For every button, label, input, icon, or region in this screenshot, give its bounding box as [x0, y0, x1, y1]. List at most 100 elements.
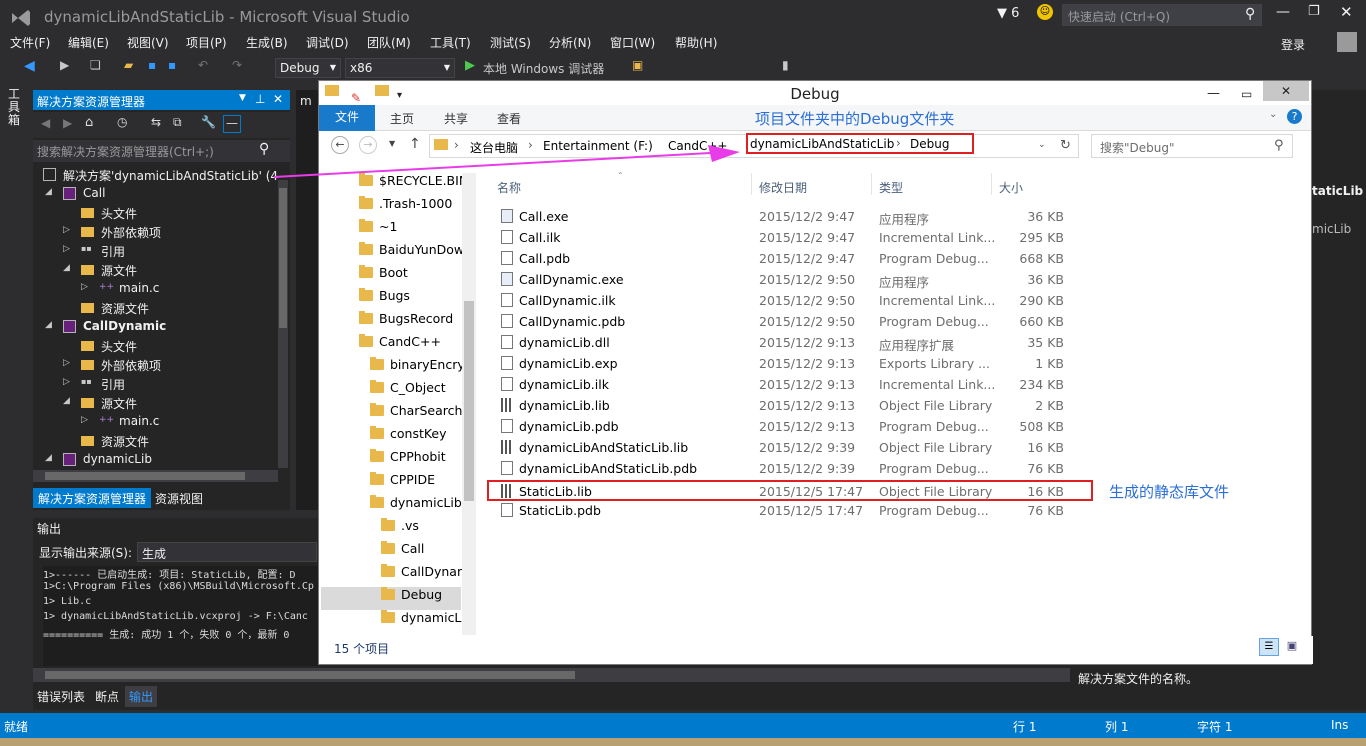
nav-tree-item[interactable]: ~1	[359, 219, 477, 242]
menu-team[interactable]: 团队(M)	[367, 34, 411, 51]
new-project-icon[interactable]: ❏	[90, 58, 101, 78]
scrollbar-thumb[interactable]	[45, 472, 245, 480]
scrollbar-thumb[interactable]	[45, 671, 575, 679]
tab-output[interactable]: 输出	[125, 686, 158, 707]
tree-item[interactable]: ◢ 源文件	[33, 261, 278, 280]
bookmark-icon[interactable]: ▮	[782, 58, 789, 78]
home-icon[interactable]: ⌂	[85, 115, 93, 130]
explorer-search[interactable]: 搜索"Debug" ⚲	[1091, 134, 1293, 158]
open-icon[interactable]: ▰	[124, 58, 133, 78]
large-icons-view-icon[interactable]: ▣	[1283, 638, 1301, 656]
tab-home[interactable]: 主页	[390, 110, 414, 127]
tree-item[interactable]: ◢ CallDynamic	[33, 318, 278, 337]
file-row[interactable]: StaticLib.lib 2015/12/5 17:47 Object File …	[487, 480, 1093, 501]
minimize-button[interactable]: —	[1276, 4, 1290, 20]
menu-edit[interactable]: 编辑(E)	[68, 34, 109, 51]
file-row[interactable]: CallDynamic.pdb 2015/12/2 9:50 Program Deb…	[489, 312, 1069, 333]
expanded-arrow-icon[interactable]: ◢	[45, 453, 52, 463]
help-icon[interactable]: ?	[1287, 109, 1302, 124]
save-icon[interactable]: ▪	[148, 58, 156, 78]
expanded-arrow-icon[interactable]: ◢	[45, 320, 52, 330]
nav-tree-item[interactable]: CandC++	[359, 334, 477, 357]
solution-search-input[interactable]: 搜索解决方案资源管理器(Ctrl+;)	[37, 143, 214, 160]
menu-window[interactable]: 窗口(W)	[610, 34, 655, 51]
nav-tree-item[interactable]: constKey	[370, 426, 477, 449]
tree-item[interactable]: ▷ 外部依赖项	[33, 356, 278, 375]
restore-button[interactable]: ❐	[1308, 4, 1320, 19]
undo-icon[interactable]: ↶	[198, 58, 208, 78]
close-button[interactable]: ✕	[1263, 81, 1309, 101]
forward-icon[interactable]: ▶	[60, 58, 69, 78]
nav-tree-item[interactable]: C_Object	[370, 380, 477, 403]
minimize-button[interactable]: —	[1207, 81, 1220, 107]
output-hscrollbar[interactable]	[33, 668, 1070, 682]
tab-share[interactable]: 共享	[444, 110, 468, 127]
tree-item[interactable]: 头文件	[33, 204, 278, 223]
column-date[interactable]: 修改日期	[759, 179, 807, 196]
tab-resource-view[interactable]: 资源视图	[155, 490, 203, 507]
file-row[interactable]: CallDynamic.exe 2015/12/2 9:50 应用程序 36 KB	[489, 270, 1069, 291]
file-row[interactable]: dynamicLib.exp 2015/12/2 9:13 Exports Libr…	[489, 354, 1069, 375]
file-row[interactable]: dynamicLib.pdb 2015/12/2 9:13 Program Debu…	[489, 417, 1069, 438]
file-row[interactable]: StaticLib.pdb 2015/12/5 17:47 Program Debu…	[489, 501, 1069, 522]
search-icon[interactable]: ⚲	[1245, 6, 1255, 22]
forward-icon[interactable]: ▶	[63, 116, 72, 130]
solution-node[interactable]: 解决方案'dynamicLibAndStaticLib' (4	[33, 166, 278, 185]
user-avatar[interactable]	[1337, 32, 1357, 52]
history-icon[interactable]: ◷	[117, 115, 127, 129]
config-combo[interactable]: Debug ▼	[275, 58, 341, 78]
run-icon[interactable]: ▶	[465, 58, 475, 78]
output-text[interactable]: 1>------ 已启动生成: 项目: StaticLib, 配置: D 1>C:…	[43, 566, 318, 666]
preview-icon[interactable]: —	[223, 115, 241, 133]
menu-debug[interactable]: 调试(D)	[306, 34, 349, 51]
file-row[interactable]: CallDynamic.ilk 2015/12/2 9:50 Incremental…	[489, 291, 1069, 312]
tab-breakpoints[interactable]: 断点	[95, 688, 119, 705]
scrollbar-thumb[interactable]	[464, 301, 474, 501]
nav-tree-item[interactable]: BugsRecord	[359, 311, 477, 334]
file-row[interactable]: dynamicLib.dll 2015/12/2 9:13 应用程序扩展 35 KB	[489, 333, 1069, 354]
tab-file[interactable]: 文件	[319, 105, 375, 131]
pin-icon[interactable]: ⊥	[255, 92, 265, 106]
collapsed-arrow-icon[interactable]: ▷	[63, 377, 70, 387]
menu-file[interactable]: 文件(F)	[10, 34, 50, 51]
nav-tree-item[interactable]: CharSearch	[370, 403, 477, 426]
close-icon[interactable]: ✕	[273, 92, 283, 106]
expanded-arrow-icon[interactable]: ◢	[63, 396, 70, 406]
save-all-icon[interactable]: ▪	[168, 58, 176, 78]
search-icon[interactable]: ⚲	[1274, 138, 1284, 153]
file-row[interactable]: Call.pdb 2015/12/2 9:47 Program Debug... 66…	[489, 249, 1069, 270]
output-source-combo[interactable]: 生成	[137, 542, 317, 562]
collapsed-arrow-icon[interactable]: ▷	[81, 415, 88, 425]
column-type[interactable]: 类型	[879, 179, 903, 196]
tab-solution-explorer[interactable]: 解决方案资源管理器	[33, 488, 152, 508]
nav-tree-item[interactable]: BaiduYunDow	[359, 242, 477, 265]
tree-item[interactable]: ◢ dynamicLib	[33, 451, 278, 466]
collapsed-arrow-icon[interactable]: ▷	[63, 358, 70, 368]
toolbox-tab[interactable]: 工具箱	[8, 88, 22, 127]
nav-tree-item[interactable]: Debug	[321, 587, 461, 610]
menu-tools[interactable]: 工具(T)	[430, 34, 471, 51]
nav-tree-item[interactable]: CPPhobit	[370, 449, 477, 472]
menu-project[interactable]: 项目(P)	[186, 34, 227, 51]
menu-analyze[interactable]: 分析(N)	[549, 34, 591, 51]
horizontal-scrollbar[interactable]	[33, 470, 278, 482]
dropdown-icon[interactable]: ▼	[239, 93, 246, 103]
editor-tab-fragment[interactable]: m	[300, 94, 312, 108]
properties-icon[interactable]: 🔧	[201, 115, 216, 129]
nav-tree-item[interactable]: .Trash-1000	[359, 196, 477, 219]
signin-link[interactable]: 登录	[1281, 36, 1305, 53]
tree-item[interactable]: ▷ ▪▪ 引用	[33, 242, 278, 261]
redo-icon[interactable]: ↷	[232, 58, 242, 78]
solution-search-box[interactable]: 搜索解决方案资源管理器(Ctrl+;) ⚲	[33, 140, 290, 162]
tree-item[interactable]: ▷ ▪▪ 引用	[33, 375, 278, 394]
file-row[interactable]: Call.ilk 2015/12/2 9:47 Incremental Link..…	[489, 228, 1069, 249]
collapsed-arrow-icon[interactable]: ▷	[63, 244, 70, 254]
chevron-down-icon[interactable]: ⌄	[1038, 140, 1046, 150]
tree-item[interactable]: ◢ 源文件	[33, 394, 278, 413]
nav-tree-item[interactable]: CPPIDE	[370, 472, 477, 495]
menu-view[interactable]: 视图(V)	[127, 34, 169, 51]
tree-item[interactable]: ▷ ++ main.c	[33, 413, 278, 432]
tree-item[interactable]: 头文件	[33, 337, 278, 356]
breadcrumb-debug[interactable]: Debug	[910, 137, 949, 151]
file-row[interactable]: dynamicLibAndStaticLib.pdb 2015/12/2 9:39…	[489, 459, 1069, 480]
